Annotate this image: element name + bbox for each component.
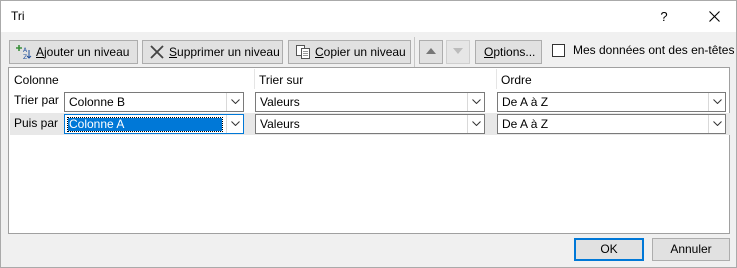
sort-levels-grid: Colonne Trier sur Ordre Trier par Colonn… xyxy=(8,67,730,234)
header-sort-on: Trier sur xyxy=(259,73,304,87)
column-value: Colonne B xyxy=(69,95,126,109)
sort-on-combo-row2[interactable]: Valeurs xyxy=(255,114,485,134)
copy-level-button[interactable]: Copier un niveau xyxy=(288,40,411,64)
row-label-then-by: Puis par xyxy=(14,116,59,130)
order-combo-row1[interactable]: De A à Z xyxy=(497,92,726,112)
dropdown-button[interactable] xyxy=(467,115,484,133)
toolbar-separator xyxy=(414,37,415,67)
options-mnemonic: O xyxy=(484,45,494,59)
delete-level-label: upprimer un niveau xyxy=(177,45,280,59)
close-icon xyxy=(708,11,720,22)
header-column: Colonne xyxy=(14,73,59,87)
chevron-down-icon xyxy=(471,99,481,104)
copy-level-label: opier un niveau xyxy=(323,45,406,59)
move-up-button[interactable] xyxy=(419,40,443,64)
order-combo-row2[interactable]: De A à Z xyxy=(497,114,726,134)
column-combo-row2[interactable]: Colonne A xyxy=(64,114,244,134)
chevron-down-icon xyxy=(712,121,722,126)
delete-icon xyxy=(149,44,165,60)
add-level-label: jouter un niveau xyxy=(44,45,130,59)
headers-checkbox[interactable] xyxy=(552,44,565,57)
help-icon: ? xyxy=(660,9,668,24)
add-level-button[interactable]: A Z Ajouter un niveau xyxy=(9,40,138,64)
svg-text:Z: Z xyxy=(23,54,27,60)
options-button[interactable]: Options... xyxy=(475,40,542,64)
close-button[interactable] xyxy=(703,6,725,28)
options-label: ptions... xyxy=(493,45,536,59)
dropdown-button[interactable] xyxy=(467,93,484,111)
sort-on-value: Valeurs xyxy=(260,117,300,131)
delete-level-button[interactable]: Supprimer un niveau xyxy=(142,40,283,64)
dropdown-button[interactable] xyxy=(226,93,243,111)
sort-on-combo-row1[interactable]: Valeurs xyxy=(255,92,485,112)
headers-checkbox-label[interactable]: Mes données ont des en-têtes xyxy=(573,43,734,57)
arrow-up-icon xyxy=(426,48,436,54)
delete-level-mnemonic: S xyxy=(169,45,178,59)
title-bar: Tri ? xyxy=(1,1,736,32)
row-label-sort-by: Trier par xyxy=(14,93,59,107)
help-button[interactable]: ? xyxy=(653,6,675,28)
dropdown-button[interactable] xyxy=(708,115,725,133)
chevron-down-icon xyxy=(230,99,240,104)
column-combo-row1[interactable]: Colonne B xyxy=(64,92,244,112)
copy-level-mnemonic: C xyxy=(315,45,324,59)
arrow-down-icon xyxy=(453,48,463,54)
order-value: De A à Z xyxy=(502,95,549,109)
dropdown-button[interactable] xyxy=(226,115,243,133)
header-divider xyxy=(496,69,497,89)
sort-dialog: Tri ? A Z Ajouter un niveau Supprimer un… xyxy=(0,0,737,268)
copy-icon xyxy=(295,44,311,60)
ok-button[interactable]: OK xyxy=(574,238,644,261)
column-value: Colonne A xyxy=(67,117,223,132)
window-title: Tri xyxy=(11,9,25,23)
svg-text:A: A xyxy=(23,47,28,54)
sort-on-value: Valeurs xyxy=(260,95,300,109)
header-order: Ordre xyxy=(501,73,532,87)
cancel-button[interactable]: Annuler xyxy=(652,238,730,261)
chevron-down-icon xyxy=(712,99,722,104)
move-down-button[interactable] xyxy=(446,40,470,64)
add-level-mnemonic: A xyxy=(36,45,45,59)
add-level-icon: A Z xyxy=(16,44,32,60)
order-value: De A à Z xyxy=(502,117,549,131)
chevron-down-icon xyxy=(471,121,481,126)
chevron-down-icon xyxy=(230,121,240,126)
header-divider xyxy=(254,69,255,89)
dropdown-button[interactable] xyxy=(708,93,725,111)
